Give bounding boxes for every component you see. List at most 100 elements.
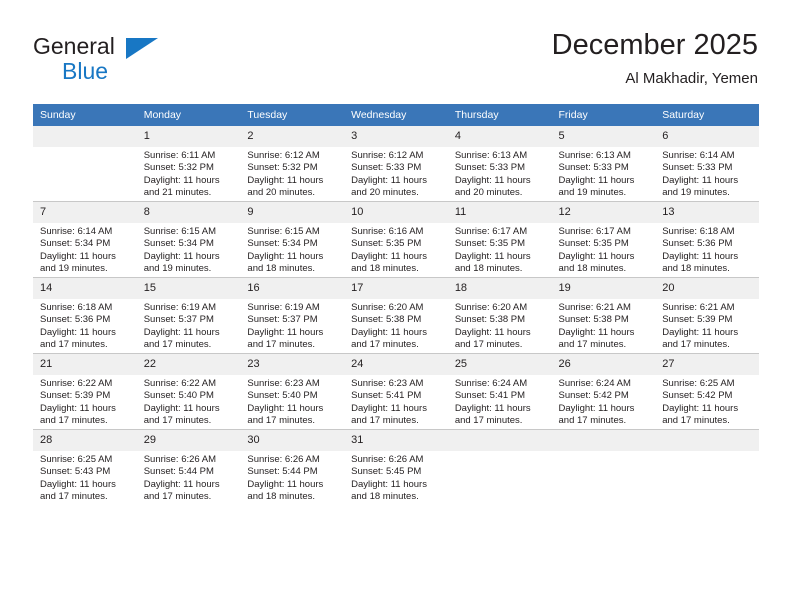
sunset-text: Sunset: 5:42 PM [558, 390, 629, 402]
sunrise-text: Sunrise: 6:22 AM [143, 378, 217, 389]
calendar-day-cell[interactable]: 15 Sunrise: 6:19 AM Sunset: 5:37 PM Dayligh… [136, 277, 241, 354]
daylight-text-line2: and 19 minutes. [662, 187, 730, 199]
calendar-day-cell[interactable]: 17 Sunrise: 6:20 AM Sunset: 5:38 PM Dayligh… [344, 277, 448, 354]
calendar-header-row: Sunday Monday Tuesday Wednesday Thursday… [33, 104, 759, 126]
day-number: 18 [447, 278, 552, 299]
calendar-day-cell[interactable]: 18 Sunrise: 6:20 AM Sunset: 5:38 PM Dayligh… [447, 277, 552, 354]
daylight-text-line1: Daylight: 11 hours [558, 250, 635, 262]
weekday-header-friday: Friday [551, 104, 656, 126]
day-details: Sunrise: 6:22 AM Sunset: 5:39 PM Daylight:… [33, 375, 137, 428]
day-details: Sunrise: 6:14 AM Sunset: 5:33 PM Daylight:… [655, 147, 759, 200]
calendar-day-cell[interactable]: 11 Sunrise: 6:17 AM Sunset: 5:35 PM Dayligh… [447, 201, 552, 278]
day-number: 9 [240, 202, 345, 223]
sunrise-text: Sunrise: 6:23 AM [351, 378, 424, 389]
sunrise-text: Sunrise: 6:19 AM [247, 302, 320, 313]
day-details: Sunrise: 6:24 AM Sunset: 5:42 PM Daylight:… [552, 375, 656, 428]
day-number: 10 [344, 202, 448, 223]
calendar-day-cell[interactable]: 1 Sunrise: 6:11 AM Sunset: 5:32 PM Daylight… [136, 126, 241, 202]
daylight-text-line1: Daylight: 11 hours [40, 250, 116, 262]
sunrise-text: Sunrise: 6:13 AM [454, 150, 528, 161]
calendar-day-cell[interactable]: 4 Sunrise: 6:13 AM Sunset: 5:33 PM Daylight… [447, 126, 552, 202]
daylight-text-line1: Daylight: 11 hours [454, 174, 531, 186]
calendar-day-cell[interactable]: 22 Sunrise: 6:22 AM Sunset: 5:40 PM Dayligh… [136, 353, 241, 430]
daylight-text-line2: and 18 minutes. [247, 491, 316, 503]
day-number [655, 430, 759, 451]
day-details: Sunrise: 6:19 AM Sunset: 5:37 PM Daylight:… [240, 299, 344, 352]
calendar-day-cell[interactable]: 20 Sunrise: 6:21 AM Sunset: 5:39 PM Dayligh… [655, 277, 759, 354]
sunset-text: Sunset: 5:39 PM [40, 390, 111, 402]
calendar-day-cell[interactable]: 25 Sunrise: 6:24 AM Sunset: 5:41 PM Dayligh… [447, 353, 552, 430]
calendar-day-cell[interactable]: 23 Sunrise: 6:23 AM Sunset: 5:40 PM Dayligh… [240, 353, 345, 430]
calendar-day-cell[interactable]: 5 Sunrise: 6:13 AM Sunset: 5:33 PM Daylight… [551, 126, 656, 202]
calendar-day-cell[interactable]: 10 Sunrise: 6:16 AM Sunset: 5:35 PM Dayligh… [344, 201, 448, 278]
daylight-text-line1: Daylight: 11 hours [662, 250, 739, 262]
day-number: 15 [136, 278, 241, 299]
calendar-day-cell[interactable]: 8 Sunrise: 6:15 AM Sunset: 5:34 PM Daylight… [136, 201, 241, 278]
title-block: December 2025 Al Makhadir, Yemen [552, 28, 758, 89]
calendar-day-cell[interactable]: 21 Sunrise: 6:22 AM Sunset: 5:39 PM Dayligh… [33, 353, 137, 430]
calendar-day-cell[interactable]: 12 Sunrise: 6:17 AM Sunset: 5:35 PM Dayligh… [551, 201, 656, 278]
sunset-text: Sunset: 5:35 PM [454, 238, 526, 250]
calendar-cell-empty [551, 429, 656, 505]
calendar-day-cell[interactable]: 26 Sunrise: 6:24 AM Sunset: 5:42 PM Dayligh… [551, 353, 656, 430]
sunset-text: Sunset: 5:36 PM [40, 314, 111, 326]
daylight-text-line1: Daylight: 11 hours [558, 326, 635, 338]
calendar-cell-empty [447, 429, 552, 505]
calendar-day-cell[interactable]: 31 Sunrise: 6:26 AM Sunset: 5:45 PM Dayligh… [344, 429, 448, 505]
day-details: Sunrise: 6:14 AM Sunset: 5:34 PM Daylight:… [33, 223, 137, 276]
calendar-day-cell[interactable]: 6 Sunrise: 6:14 AM Sunset: 5:33 PM Daylight… [655, 126, 759, 202]
daylight-text-line1: Daylight: 11 hours [247, 478, 324, 490]
sunrise-text: Sunrise: 6:24 AM [454, 378, 528, 389]
day-details: Sunrise: 6:26 AM Sunset: 5:45 PM Daylight:… [344, 451, 448, 504]
calendar-day-cell[interactable]: 27 Sunrise: 6:25 AM Sunset: 5:42 PM Dayligh… [655, 353, 759, 430]
daylight-text-line1: Daylight: 11 hours [143, 250, 220, 262]
calendar-day-cell[interactable]: 28 Sunrise: 6:25 AM Sunset: 5:43 PM Dayligh… [33, 429, 137, 505]
calendar-day-cell[interactable]: 7 Sunrise: 6:14 AM Sunset: 5:34 PM Daylight… [33, 201, 137, 278]
sunrise-text: Sunrise: 6:16 AM [351, 226, 424, 237]
calendar-day-cell[interactable]: 9 Sunrise: 6:15 AM Sunset: 5:34 PM Daylight… [240, 201, 345, 278]
calendar-day-cell[interactable]: 29 Sunrise: 6:26 AM Sunset: 5:44 PM Dayligh… [136, 429, 241, 505]
daylight-text-line1: Daylight: 11 hours [351, 478, 427, 490]
calendar-day-cell[interactable]: 30 Sunrise: 6:26 AM Sunset: 5:44 PM Dayligh… [240, 429, 345, 505]
sunrise-text: Sunrise: 6:14 AM [662, 150, 735, 161]
daylight-text-line2: and 17 minutes. [40, 491, 108, 503]
sunset-text: Sunset: 5:37 PM [247, 314, 318, 326]
calendar-day-cell[interactable]: 24 Sunrise: 6:23 AM Sunset: 5:41 PM Dayligh… [344, 353, 448, 430]
day-details: Sunrise: 6:15 AM Sunset: 5:34 PM Daylight:… [240, 223, 344, 276]
sunrise-text: Sunrise: 6:17 AM [454, 226, 528, 237]
sunrise-text: Sunrise: 6:26 AM [351, 454, 424, 465]
day-number: 25 [447, 354, 552, 375]
calendar-day-cell[interactable]: 14 Sunrise: 6:18 AM Sunset: 5:36 PM Dayligh… [33, 277, 137, 354]
daylight-text-line2: and 17 minutes. [351, 415, 419, 427]
sunset-text: Sunset: 5:37 PM [143, 314, 214, 326]
calendar-day-cell[interactable]: 19 Sunrise: 6:21 AM Sunset: 5:38 PM Dayligh… [551, 277, 656, 354]
calendar-day-cell[interactable]: 16 Sunrise: 6:19 AM Sunset: 5:37 PM Dayligh… [240, 277, 345, 354]
daylight-text-line2: and 19 minutes. [40, 263, 108, 275]
sunset-text: Sunset: 5:41 PM [454, 390, 526, 402]
day-number: 23 [240, 354, 345, 375]
brand-logo[interactable]: General Blue [33, 33, 233, 89]
sunset-text: Sunset: 5:38 PM [454, 314, 526, 326]
day-number: 16 [240, 278, 345, 299]
calendar-day-cell[interactable]: 13 Sunrise: 6:18 AM Sunset: 5:36 PM Dayligh… [655, 201, 759, 278]
daylight-text-line1: Daylight: 11 hours [143, 402, 220, 414]
sunset-text: Sunset: 5:34 PM [143, 238, 214, 250]
brand-name-general: General [33, 33, 115, 59]
daylight-text-line2: and 21 minutes. [143, 187, 212, 199]
calendar-page: General Blue December 2025 Al Makhadir, … [0, 0, 792, 612]
sunrise-text: Sunrise: 6:14 AM [40, 226, 113, 237]
sunrise-text: Sunrise: 6:21 AM [662, 302, 735, 313]
daylight-text-line2: and 17 minutes. [454, 415, 523, 427]
calendar-week-row: 21 Sunrise: 6:22 AM Sunset: 5:39 PM Dayligh… [33, 353, 759, 430]
day-number: 24 [344, 354, 448, 375]
calendar-cell-empty [33, 126, 137, 202]
sunset-text: Sunset: 5:41 PM [351, 390, 422, 402]
calendar-day-cell[interactable]: 2 Sunrise: 6:12 AM Sunset: 5:32 PM Daylight… [240, 126, 345, 202]
daylight-text-line2: and 17 minutes. [558, 339, 627, 351]
sunrise-text: Sunrise: 6:20 AM [351, 302, 424, 313]
sunrise-text: Sunrise: 6:22 AM [40, 378, 113, 389]
day-details: Sunrise: 6:25 AM Sunset: 5:42 PM Daylight:… [655, 375, 759, 428]
day-details: Sunrise: 6:17 AM Sunset: 5:35 PM Daylight:… [448, 223, 552, 276]
daylight-text-line1: Daylight: 11 hours [351, 402, 427, 414]
calendar-day-cell[interactable]: 3 Sunrise: 6:12 AM Sunset: 5:33 PM Daylight… [344, 126, 448, 202]
